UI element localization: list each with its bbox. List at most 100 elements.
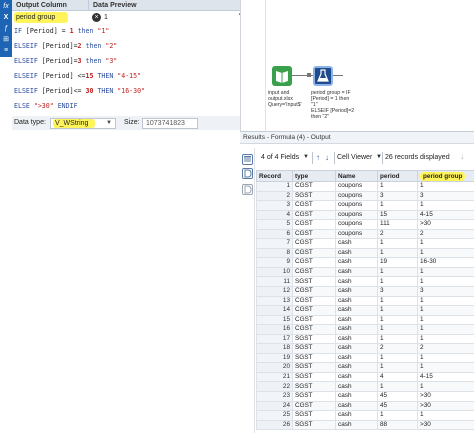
table-row[interactable]: 14 CGST cash 1 1 — [256, 305, 474, 316]
table-cell: 1 — [417, 247, 474, 259]
table-cell: 1 — [417, 362, 474, 373]
table-row[interactable]: 12 CGST cash 3 3 — [256, 286, 474, 297]
table-row[interactable]: 17 SGST cash 1 1 — [256, 333, 474, 345]
table-cell: 45 — [377, 391, 418, 402]
table-row[interactable]: 2 SGST coupons 3 3 — [256, 190, 474, 202]
formula-token: = — [57, 27, 70, 35]
chevron-up-icon[interactable]: ↑ — [316, 153, 320, 162]
x-icon[interactable]: X — [1, 13, 11, 23]
table-cell: >30 — [417, 391, 474, 402]
formula-editor[interactable]: IF [Period] = 1 then "1" ELSEIF [Period]=… — [12, 24, 240, 116]
table-cell: 1 — [417, 314, 474, 326]
output-field-name[interactable]: period group — [14, 12, 68, 23]
table-row[interactable]: 20 SGST cash 1 1 — [256, 362, 474, 373]
data-preview-value: 1 — [104, 14, 108, 21]
output-column-header: Output Column — [12, 0, 88, 11]
formula-token: [Period] — [41, 57, 74, 65]
fx-icon[interactable]: fx — [1, 2, 11, 12]
fields-selector[interactable]: 4 of 4 Fields — [261, 154, 299, 161]
table-row[interactable]: 23 SGST cash 45 >30 — [256, 391, 474, 402]
table-cell: cash — [335, 305, 378, 316]
table-row[interactable]: 3 CGST coupons 1 1 — [256, 200, 474, 211]
input-tool-node[interactable] — [272, 66, 292, 86]
table-row[interactable]: 24 CGST cash 45 >30 — [256, 400, 474, 412]
output-field-row[interactable]: period group × 1 — [12, 11, 247, 24]
side-d-icon[interactable] — [242, 184, 253, 195]
formula-token: ELSEIF — [14, 57, 42, 65]
table-cell: CGST — [292, 266, 336, 278]
table-cell: SGST — [292, 352, 336, 364]
table-cell: 1 — [417, 295, 474, 307]
table-row[interactable]: 13 CGST cash 1 1 — [256, 295, 474, 307]
table-row[interactable]: 9 CGST cash 19 16-30 — [256, 257, 474, 268]
variable-icon[interactable]: ⊞ — [1, 35, 11, 45]
table-cell: 1 — [377, 247, 418, 259]
side-d-icon[interactable] — [242, 168, 253, 179]
record-number-cell: 6 — [256, 228, 293, 240]
chevron-down-icon[interactable]: ▼ — [303, 154, 309, 160]
table-cell: SGST — [292, 419, 336, 431]
table-icon[interactable] — [242, 154, 253, 165]
table-row[interactable]: 10 CGST cash 1 1 — [256, 266, 474, 278]
column-header[interactable]: period — [377, 170, 418, 182]
table-cell: 1 — [377, 266, 418, 278]
table-cell: 1 — [417, 181, 474, 192]
record-number-cell: 2 — [256, 190, 293, 202]
table-row[interactable]: 15 CGST cash 1 1 — [256, 314, 474, 326]
table-cell: cash — [335, 410, 378, 421]
data-type-select[interactable]: V_WString ▼ — [50, 118, 116, 129]
formula-tool-node[interactable] — [313, 66, 333, 86]
chevron-up-icon[interactable]: ↑ — [447, 151, 452, 161]
table-row[interactable]: 16 CGST cash 1 1 — [256, 324, 474, 335]
table-row[interactable]: 26 SGST cash 88 >30 — [256, 419, 474, 431]
table-row[interactable]: 6 CGST coupons 2 2 — [256, 228, 474, 240]
table-cell: 4 — [377, 371, 418, 383]
results-grid[interactable]: Record type Name period period group 1 CGST co… — [256, 170, 474, 433]
table-row[interactable]: 19 SGST cash 1 1 — [256, 352, 474, 364]
table-cell: SGST — [292, 190, 336, 202]
table-cell: 19 — [377, 257, 418, 268]
formula-token: ENDIF — [53, 102, 78, 110]
function-icon[interactable]: ƒ — [1, 24, 11, 34]
column-header[interactable]: Record — [256, 170, 293, 182]
table-row[interactable]: 7 CGST cash 1 1 — [256, 238, 474, 249]
record-number-cell: 22 — [256, 381, 293, 393]
record-number-cell: 14 — [256, 305, 293, 316]
column-header[interactable]: period group — [417, 170, 474, 182]
table-row[interactable]: 18 SGST cash 2 2 — [256, 343, 474, 354]
table-row[interactable]: 8 CGST cash 1 1 — [256, 247, 474, 259]
table-cell: cash — [335, 391, 378, 402]
cell-viewer-button[interactable]: Cell Viewer — [337, 154, 372, 161]
column-header[interactable]: Name — [335, 170, 378, 182]
table-row[interactable]: 5 CGST coupons 111 >30 — [256, 219, 474, 230]
table-row[interactable]: 21 SGST cash 4 4-15 — [256, 371, 474, 383]
record-number-cell: 5 — [256, 219, 293, 230]
book-icon — [276, 71, 288, 83]
table-row[interactable]: 22 SGST cash 1 1 — [256, 381, 474, 393]
clear-icon[interactable]: × — [92, 13, 101, 22]
formula-token: then — [81, 57, 106, 65]
more-icon[interactable]: ≡ — [1, 46, 11, 56]
table-row[interactable]: 4 CGST coupons 15 4-15 — [256, 209, 474, 221]
table-row[interactable]: 11 SGST cash 1 1 — [256, 276, 474, 287]
table-cell: 1 — [377, 314, 418, 326]
column-header[interactable]: type — [292, 170, 336, 182]
chevron-down-icon[interactable]: ↓ — [460, 151, 465, 161]
results-title: Results - Formula (4) - Output — [240, 131, 474, 144]
formula-token: IF — [14, 27, 26, 35]
table-cell: 2 — [377, 228, 418, 240]
formula-token: [Period] — [41, 72, 74, 80]
chevron-down-icon[interactable]: ↓ — [325, 153, 329, 162]
results-toolbar: 4 of 4 Fields ▼ ↑ ↓ Cell Viewer ▼ 26 rec… — [255, 148, 474, 168]
table-cell: 1 — [377, 295, 418, 307]
table-cell: 16-30 — [417, 257, 474, 268]
table-cell: 1 — [417, 266, 474, 278]
table-row[interactable]: 25 SGST cash 1 1 — [256, 410, 474, 421]
table-row[interactable]: 1 CGST coupons 1 1 — [256, 181, 474, 192]
record-number-cell: 19 — [256, 352, 293, 364]
table-cell: CGST — [292, 247, 336, 259]
empty-area — [0, 130, 240, 433]
formula-token: "1" — [97, 27, 110, 35]
table-cell: cash — [335, 314, 378, 326]
size-input[interactable]: 1073741823 — [142, 118, 198, 129]
